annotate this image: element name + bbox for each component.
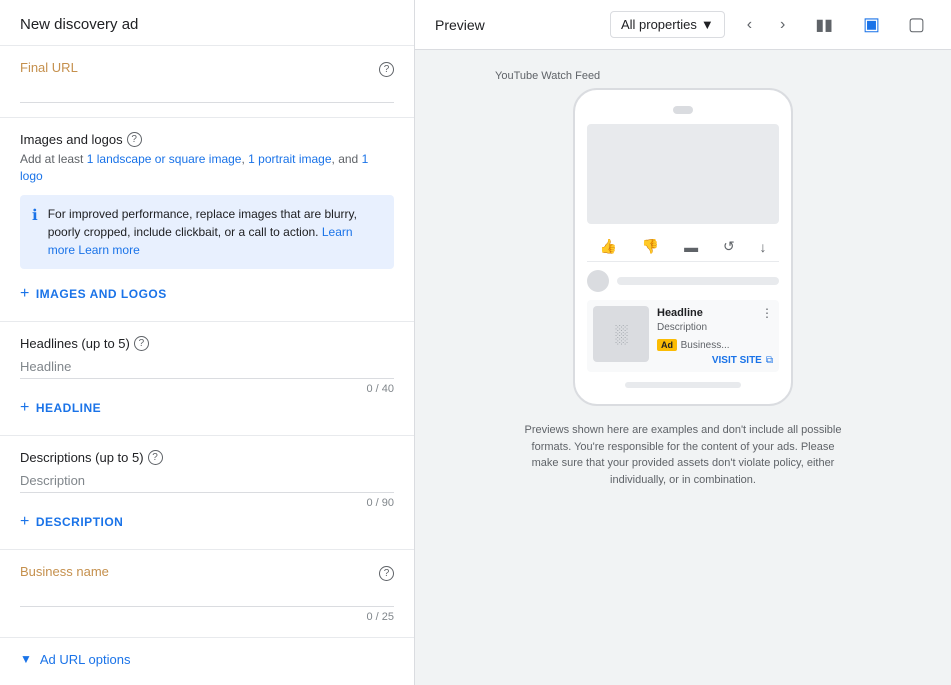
images-logos-subtitle: Add at least 1 landscape or square image… [20, 151, 394, 185]
ad-business-text: Business... [681, 340, 730, 351]
descriptions-help-icon[interactable]: ? [148, 450, 163, 465]
ad-card: ░ Headline ⋮ Description Ad Business... … [587, 300, 779, 372]
headline-char-count: 0 / 40 [20, 383, 394, 395]
plus-icon2: + [20, 399, 30, 417]
three-dots-icon: ⋮ [761, 306, 773, 320]
final-url-help-icon[interactable]: ? [379, 62, 394, 77]
ad-info: Headline ⋮ Description Ad Business... VI… [657, 306, 773, 366]
final-url-input[interactable] [20, 79, 394, 103]
preview-area: YouTube Watch Feed 👍 👎 ▬ ↺ ↓ ░ Headline [415, 50, 951, 685]
preview-title: Preview [435, 17, 485, 33]
download-icon: ↓ [760, 239, 767, 255]
feed-label: YouTube Watch Feed [495, 70, 600, 82]
preview-note: Previews shown here are examples and don… [523, 422, 843, 488]
business-name-input[interactable] [20, 583, 394, 607]
images-logos-help-icon[interactable]: ? [127, 132, 142, 147]
thumbs-down-icon: 👎 [642, 238, 659, 255]
final-url-label: Final URL [20, 60, 78, 75]
plus-icon3: + [20, 513, 30, 531]
description-char-count: 0 / 90 [20, 497, 394, 509]
chevron-down-icon: ▼ [20, 652, 32, 666]
pause-button[interactable]: ▮▮ [807, 11, 841, 39]
add-headline-button[interactable]: + HEADLINE [20, 395, 101, 421]
next-button[interactable]: › [774, 12, 791, 38]
phone-notch [673, 106, 693, 114]
comment-icon: ▬ [684, 239, 698, 255]
channel-avatar [587, 270, 609, 292]
info-box: ℹ For improved performance, replace imag… [20, 195, 394, 269]
business-name-section: Business name ? 0 / 25 [0, 550, 414, 638]
ad-footer: VISIT SITE ⧉ [657, 355, 773, 366]
add-description-button[interactable]: + DESCRIPTION [20, 509, 123, 535]
channel-row [587, 270, 779, 292]
desktop-device-button[interactable]: ▢ [902, 10, 931, 39]
portrait-link[interactable]: 1 portrait image [248, 152, 331, 166]
ad-thumbnail: ░ [593, 306, 649, 362]
ad-badge-row: Ad Business... [657, 336, 773, 351]
mobile-device-button[interactable]: ▣ [857, 10, 886, 39]
ad-description-text: Description [657, 322, 773, 333]
business-name-char-count: 0 / 25 [20, 611, 394, 623]
prev-button[interactable]: ‹ [741, 12, 758, 38]
info-icon: ℹ [32, 206, 38, 224]
ad-image-placeholder [587, 124, 779, 224]
ad-info-header: Headline ⋮ [657, 306, 773, 320]
descriptions-title: Descriptions (up to 5) ? [20, 450, 394, 465]
learn-more-link2[interactable]: Learn more [78, 243, 139, 257]
external-link-icon: ⧉ [766, 355, 773, 366]
ad-badge: Ad [657, 339, 677, 351]
ad-url-options-label: Ad URL options [40, 652, 131, 667]
video-controls: 👍 👎 ▬ ↺ ↓ [587, 232, 779, 262]
share-icon: ↺ [723, 238, 735, 255]
add-images-button[interactable]: + IMAGES AND LOGOS [20, 281, 167, 307]
descriptions-section: Descriptions (up to 5) ? 0 / 90 + DESCRI… [0, 436, 414, 550]
headline-input[interactable] [20, 355, 394, 379]
headlines-title: Headlines (up to 5) ? [20, 336, 394, 351]
description-input[interactable] [20, 469, 394, 493]
headlines-section: Headlines (up to 5) ? 0 / 40 + HEADLINE [0, 322, 414, 436]
thumbs-up-icon: 👍 [599, 238, 616, 255]
dropdown-arrow-icon: ▼ [701, 17, 714, 32]
phone-frame: 👍 👎 ▬ ↺ ↓ ░ Headline ⋮ Description [573, 88, 793, 406]
business-name-help-icon[interactable]: ? [379, 566, 394, 581]
left-panel: New discovery ad Final URL ? Images and … [0, 0, 415, 685]
info-box-text: For improved performance, replace images… [48, 205, 382, 259]
ad-url-options[interactable]: ▼ Ad URL options [0, 638, 414, 681]
images-logos-title: Images and logos ? [20, 132, 394, 147]
visit-site-button[interactable]: VISIT SITE [712, 355, 762, 366]
right-panel: Preview All properties ▼ ‹ › ▮▮ ▣ ▢ YouT… [415, 0, 951, 685]
images-logos-section: Images and logos ? Add at least 1 landsc… [0, 118, 414, 322]
panel-header: New discovery ad [0, 0, 414, 46]
final-url-section: Final URL ? [0, 46, 414, 118]
landscape-link[interactable]: 1 landscape or square image [87, 152, 242, 166]
preview-header: Preview All properties ▼ ‹ › ▮▮ ▣ ▢ [415, 0, 951, 50]
properties-label: All properties [621, 17, 697, 32]
headlines-help-icon[interactable]: ? [134, 336, 149, 351]
channel-line [617, 277, 779, 285]
ad-headline-text: Headline [657, 307, 703, 319]
business-name-label: Business name [20, 564, 109, 579]
plus-icon: + [20, 285, 30, 303]
bottom-bar [625, 382, 740, 388]
panel-title: New discovery ad [20, 16, 138, 33]
properties-dropdown[interactable]: All properties ▼ [610, 11, 725, 38]
